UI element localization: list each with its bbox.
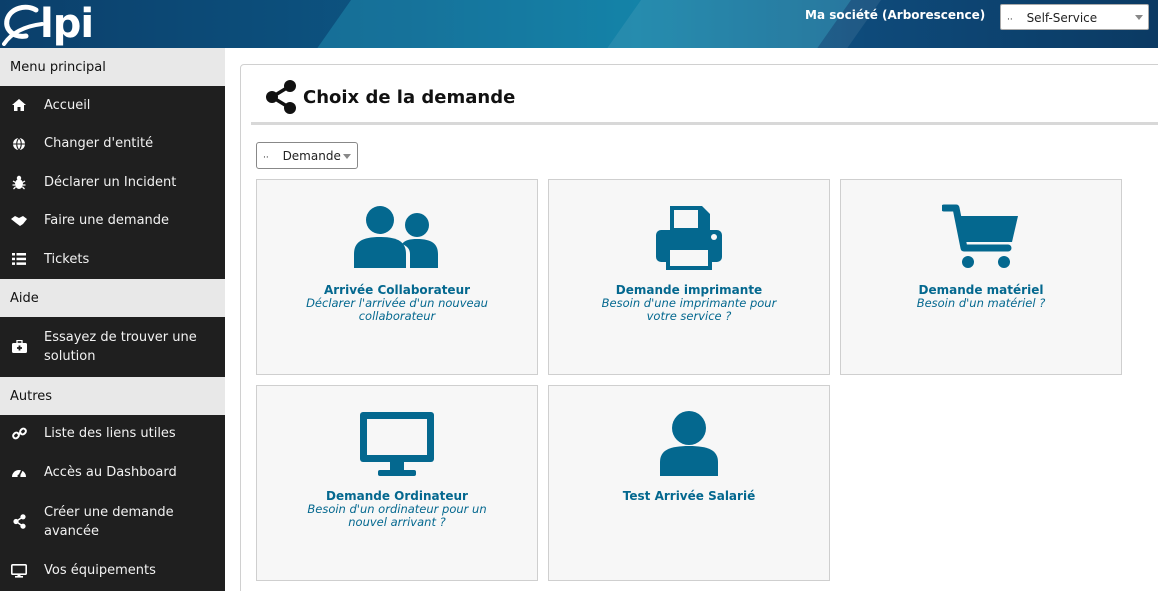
share-icon [10,513,28,531]
title-divider [251,122,1158,125]
profile-select[interactable]: ·· Self-Service [1000,4,1149,30]
sidebar-item-label: Accès au Dashboard [44,464,177,480]
link-icon [10,425,28,443]
tile-name: Demande Ordinateur [326,489,468,503]
page-title-text: Choix de la demande [303,86,516,108]
bug-icon [10,173,28,191]
share-icon [266,80,296,114]
tile-test-arrivee-salarie[interactable]: Test Arrivée Salarié [548,385,830,581]
chevron-down-icon [343,154,351,159]
sidebar-item-find-solution[interactable]: Essayez de trouver une solution [0,317,225,377]
tile-name: Demande imprimante [615,283,763,297]
logo-text: lpi [40,1,94,47]
entity-name[interactable]: Ma société (Arborescence) [805,8,985,22]
sidebar-section-others: Autres [0,376,225,415]
sidebar-item-label: Créer une demande avancée [44,504,174,539]
list-icon [10,250,28,268]
sidebar-item-home[interactable]: Accueil [0,86,225,125]
tile-description: Besoin d'un ordinateur pour un nouvel ar… [307,502,487,529]
chevron-down-icon [1135,15,1143,20]
sidebar-item-advanced-request[interactable]: Créer une demande avancée [0,492,225,552]
home-icon [10,96,28,114]
tile-name: Demande matériel [918,283,1044,297]
profile-select-dots: ·· [1007,15,1013,25]
sidebar-section-main: Menu principal [0,48,225,86]
sidebar-item-label: Liste des liens utiles [44,426,176,442]
sidebar-section-help: Aide [0,278,225,317]
type-select-dots: ·· [263,153,269,163]
sidebar-item-change-entity[interactable]: Changer d'entité [0,125,225,164]
tile-demande-imprimante[interactable]: Demande imprimante Besoin d'une impriman… [548,179,830,375]
sidebar-item-label: Essayez de trouver une solution [44,329,197,364]
sidebar-item-links[interactable]: Liste des liens utiles [0,415,225,454]
users-icon [257,198,537,278]
tile-demande-ordinateur[interactable]: Demande Ordinateur Besoin d'un ordinateu… [256,385,538,581]
sidebar-item-label: Accueil [44,97,91,113]
tile-description: Besoin d'une imprimante pour votre servi… [601,296,777,323]
user-icon [549,404,829,484]
cart-icon [841,198,1121,278]
sidebar-item-equipment[interactable]: Vos équipements [0,552,225,591]
dashboard-icon [10,463,28,481]
page-title: Choix de la demande [264,78,515,116]
sidebar-item-label: Vos équipements [44,563,156,579]
top-header: lpi Ma société (Arborescence) ·· Self-Se… [0,0,1158,48]
desktop-icon [257,404,537,484]
sidebar-item-incident[interactable]: Déclarer un Incident [0,163,225,202]
type-select-value: Demande [282,149,341,163]
monitor-icon [10,562,28,580]
handshake-icon [10,212,28,230]
medkit-icon [10,338,28,356]
sidebar-item-label: Changer d'entité [44,136,154,152]
sidebar-item-request[interactable]: Faire une demande [0,202,225,241]
tile-demande-materiel[interactable]: Demande matériel Besoin d'un matériel ? [840,179,1122,375]
glpi-logo[interactable]: lpi [2,1,112,47]
profile-select-value: Self-Service [1026,11,1098,25]
sidebar-item-label: Faire une demande [44,213,170,229]
tile-description: Déclarer l'arrivée d'un nouveau collabor… [306,296,488,323]
sidebar-item-tickets[interactable]: Tickets [0,240,225,279]
request-type-select[interactable]: ·· Demande [256,142,358,169]
sidebar-item-label: Tickets [44,251,90,267]
tile-arrivee-collaborateur[interactable]: Arrivée Collaborateur Déclarer l'arrivée… [256,179,538,375]
sidebar-item-dashboard[interactable]: Accès au Dashboard [0,453,225,492]
sidebar-item-label: Déclarer un Incident [44,174,177,190]
tile-description: Besoin d'un matériel ? [916,296,1046,310]
globe-icon [10,135,28,153]
printer-icon [549,198,829,278]
tile-name: Arrivée Collaborateur [323,283,471,297]
tile-name: Test Arrivée Salarié [622,489,756,503]
sidebar: Menu principal Accueil Changer d'entité … [0,48,225,591]
